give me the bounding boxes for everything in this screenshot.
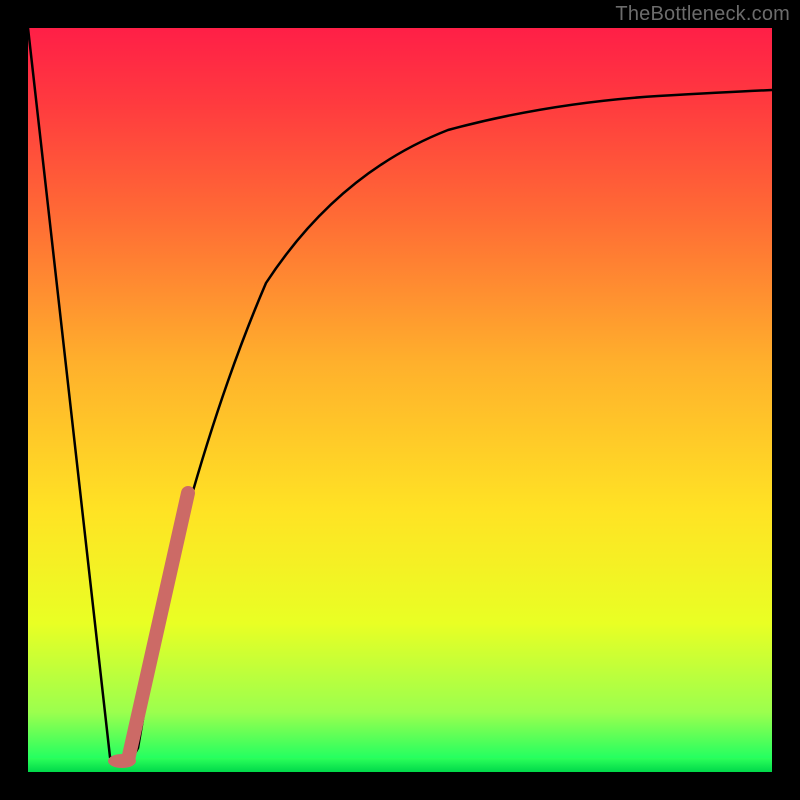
chart-svg bbox=[28, 28, 772, 772]
bottleneck-curve bbox=[28, 28, 772, 761]
accent-base-dot bbox=[108, 754, 136, 768]
accent-segment bbox=[128, 493, 188, 760]
chart-frame: TheBottleneck.com bbox=[0, 0, 800, 800]
watermark-text: TheBottleneck.com bbox=[615, 3, 790, 26]
